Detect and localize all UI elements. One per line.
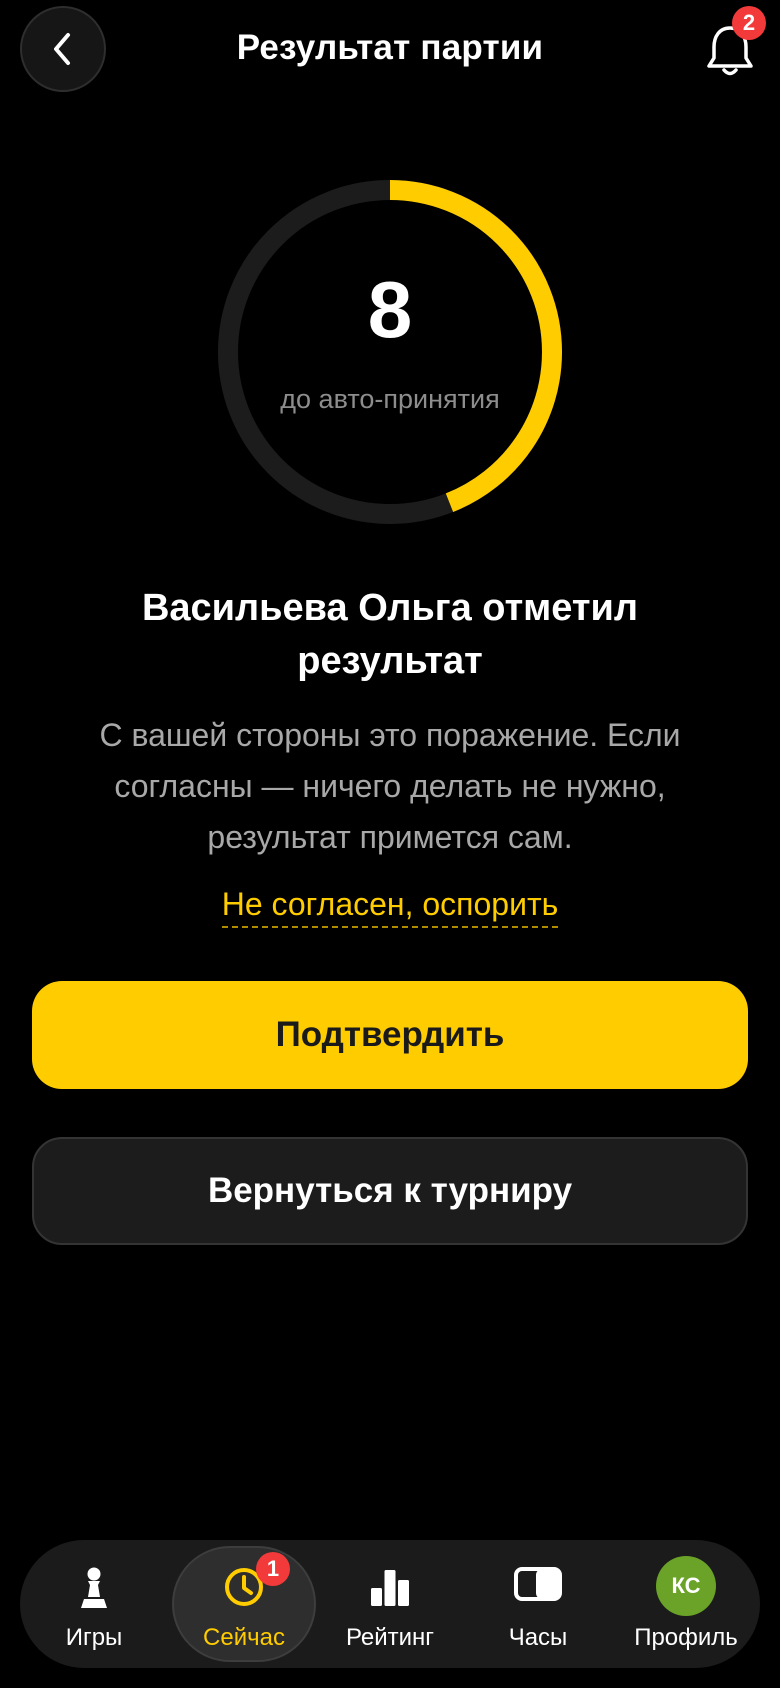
tab-games[interactable]: Игры [20,1540,168,1668]
page-title: Результат партии [236,28,544,67]
countdown-seconds: 8 [367,265,413,354]
avatar: КС [656,1556,716,1616]
countdown-timer: 8 до авто-принятия [216,178,564,526]
tab-label: Рейтинг [345,1624,435,1651]
tab-label: Профиль [634,1624,738,1651]
chess-pawn-icon [81,1567,107,1608]
confirm-button[interactable]: Подтвердить [32,981,748,1089]
tab-profile[interactable]: КС Профиль [612,1540,760,1668]
tab-now[interactable]: 1 Сейчас [172,1540,316,1668]
dispute-link[interactable]: Не согласен, оспорить [221,884,559,928]
tab-label: Сейчас [203,1624,285,1651]
bottom-tab-bar: Игры 1 Сейчас Рейтинг Часы КС Профиль [20,1540,760,1668]
tab-clocks[interactable]: Часы [464,1540,612,1668]
tab-badge: 1 [256,1552,290,1586]
bar-chart-icon [371,1570,409,1606]
result-title: Васильева Ольга отметил результат [141,587,639,682]
notification-badge: 2 [732,6,766,40]
countdown-caption: до авто-принятия [280,384,500,414]
tab-label: Часы [508,1624,568,1651]
header: Результат партии 2 [0,0,780,104]
dispute-container: Не согласен, оспорить [0,884,780,928]
toggle-clock-icon [514,1567,562,1601]
back-to-tournament-button[interactable]: Вернуться к турниру [32,1137,748,1245]
tab-rating[interactable]: Рейтинг [316,1540,464,1668]
result-description: С вашей стороны это поражение. Если согл… [99,717,681,855]
tab-label: Игры [65,1624,123,1651]
